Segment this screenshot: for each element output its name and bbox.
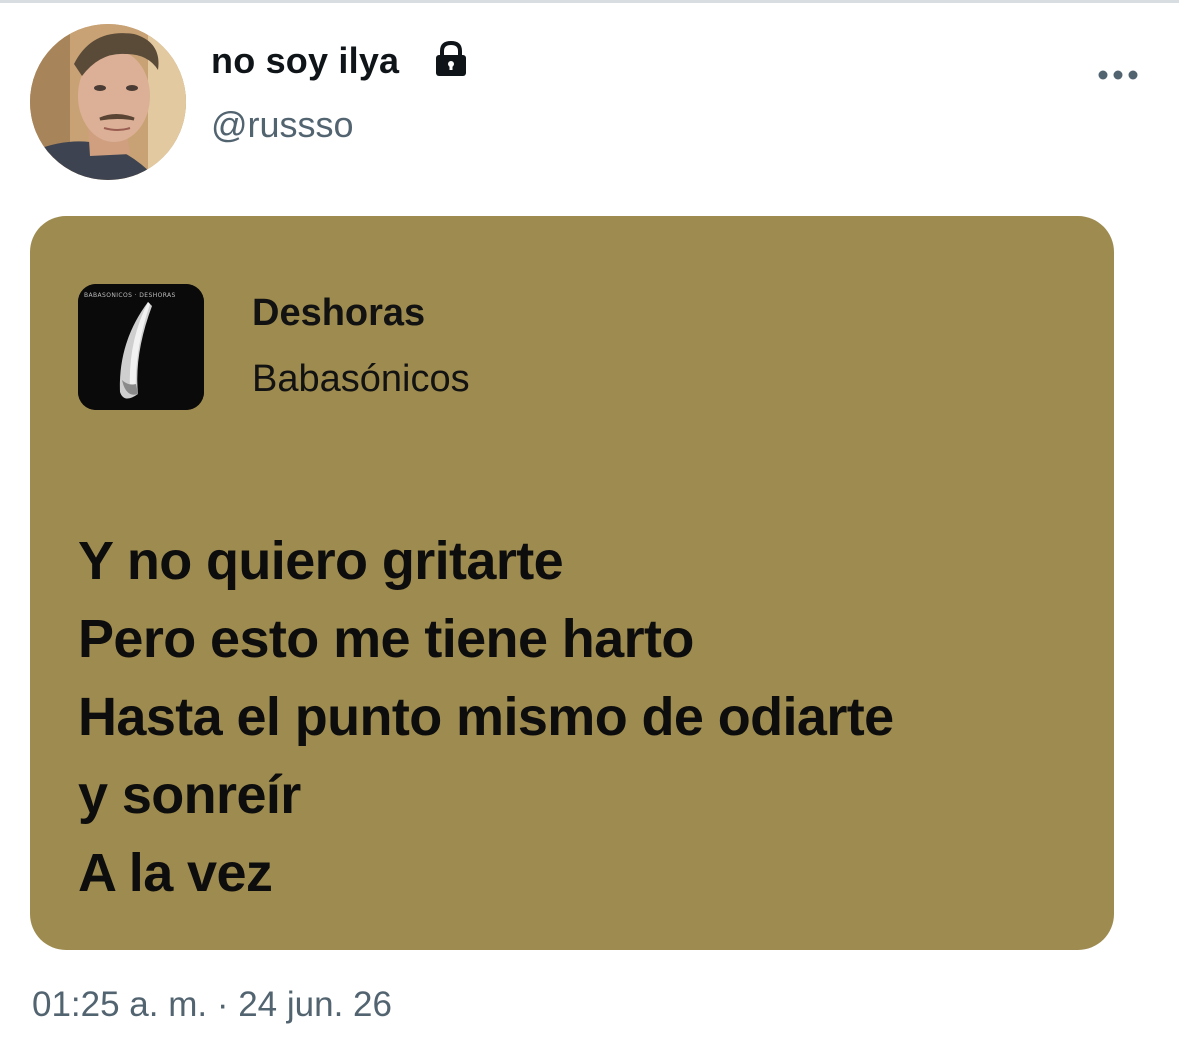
lock-icon	[433, 40, 469, 78]
top-divider	[0, 0, 1179, 3]
album-art-horn-image	[78, 284, 204, 410]
lyric-line: y sonreír	[78, 765, 301, 825]
more-horizontal-icon	[1098, 70, 1138, 80]
tweet-timestamp[interactable]: 01:25 a. m. · 24 jun. 26	[32, 985, 392, 1025]
album-art-label: BABASÓNICOS · DESHORAS	[84, 292, 176, 299]
lyric-line: Hasta el punto mismo de odiarte	[78, 687, 894, 747]
lyric-line: Pero esto me tiene harto	[78, 609, 694, 669]
song-title: Deshoras	[252, 292, 426, 334]
avatar[interactable]	[30, 24, 186, 180]
album-art: BABASÓNICOS · DESHORAS	[78, 284, 204, 410]
display-name[interactable]: no soy ilya	[211, 40, 399, 82]
lyric-line: Y no quiero gritarte	[78, 531, 564, 591]
lyrics-card[interactable]: BABASÓNICOS · DESHORAS Deshoras Babasóni…	[30, 216, 1114, 950]
lyrics-lines: Y no quiero gritarte Pero esto me tiene …	[78, 522, 894, 912]
lyric-line: A la vez	[78, 843, 273, 903]
handle[interactable]: @russso	[211, 104, 354, 146]
avatar-photo	[30, 24, 186, 180]
more-options-button[interactable]	[1090, 58, 1146, 92]
song-artist: Babasónicos	[252, 358, 470, 400]
